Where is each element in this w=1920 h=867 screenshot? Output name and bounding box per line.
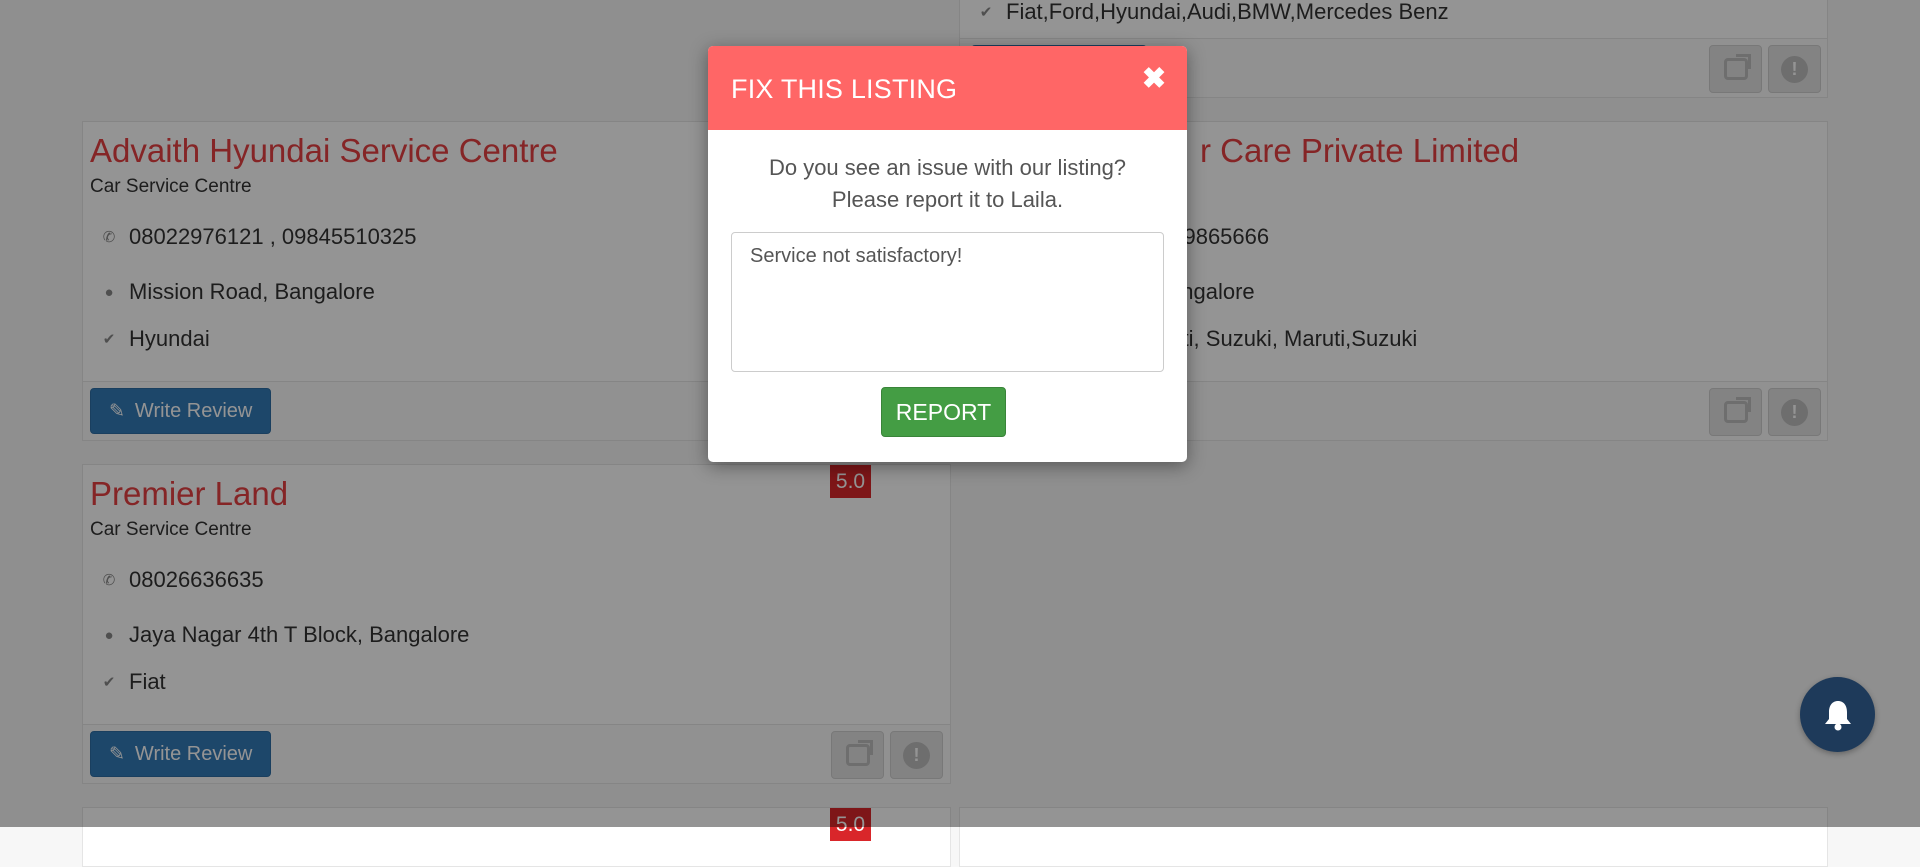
- modal-message: Do you see an issue with our listing? Pl…: [708, 152, 1187, 216]
- modal-message-line2: Please report it to Laila.: [831, 187, 1064, 212]
- modal-message-line1: Do you see an issue with our listing?: [768, 155, 1127, 180]
- close-icon[interactable]: ✖: [1141, 65, 1167, 94]
- bell-icon: [1824, 700, 1851, 730]
- report-button[interactable]: REPORT: [881, 387, 1006, 437]
- modal-header: FIX THIS LISTING ✖: [708, 46, 1187, 130]
- notification-bell-button[interactable]: [1800, 677, 1875, 752]
- fix-listing-modal: FIX THIS LISTING ✖ Do you see an issue w…: [708, 46, 1187, 462]
- issue-textarea[interactable]: Service not satisfactory!: [731, 232, 1164, 372]
- modal-title: FIX THIS LISTING: [731, 74, 958, 104]
